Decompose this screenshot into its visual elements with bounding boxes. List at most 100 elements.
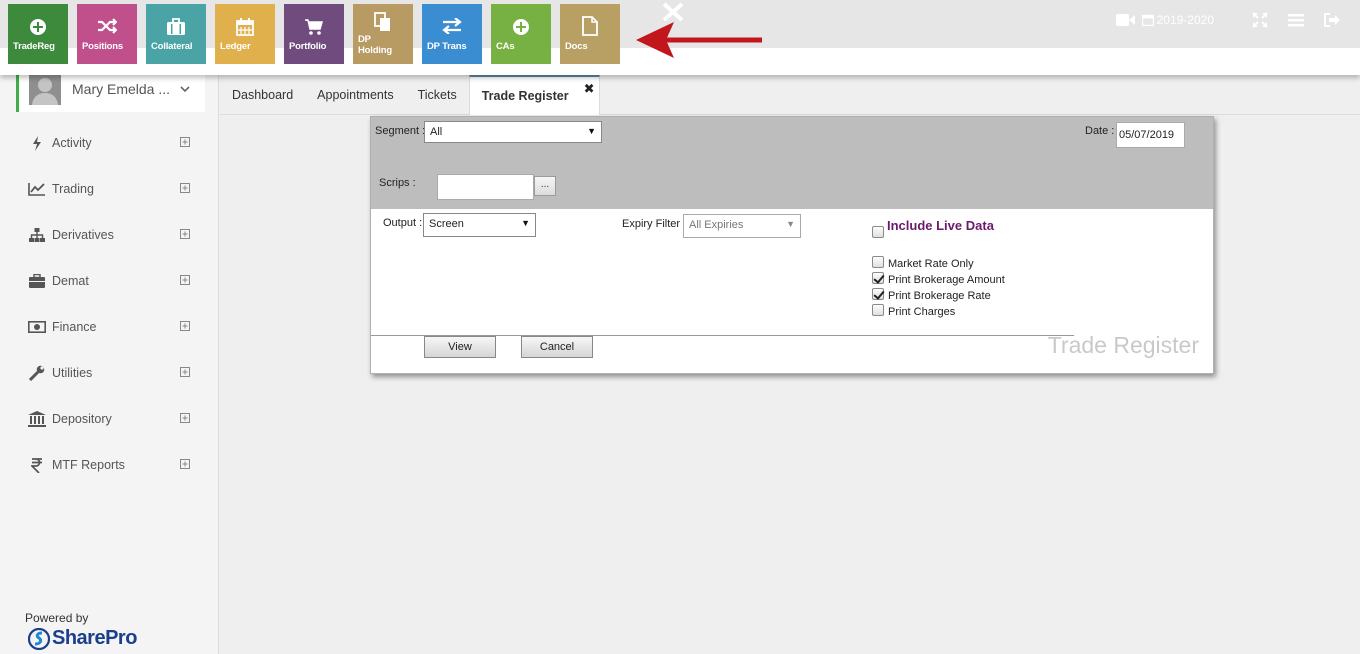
print-brokerage-rate-label: Print Brokerage Rate	[888, 290, 991, 302]
tradereg-tile[interactable]: TradeReg	[8, 4, 68, 64]
briefcase-icon	[167, 18, 185, 35]
annotation-arrow	[636, 22, 762, 58]
tab-dashboard[interactable]: Dashboard	[220, 75, 305, 114]
tile-label: DP Holding	[358, 34, 392, 56]
tab-appointments[interactable]: Appointments	[305, 75, 405, 114]
calendar-icon	[1141, 14, 1154, 26]
dropdown-arrow-icon: ▼	[521, 218, 530, 228]
output-select[interactable]: Screen ▼	[423, 213, 536, 237]
output-value: Screen	[429, 218, 464, 230]
print-brokerage-amount-checkbox[interactable]	[872, 272, 884, 284]
file-icon	[582, 16, 598, 36]
sharepro-logo-icon	[28, 627, 50, 650]
sidebar-item-label: Depository	[52, 412, 112, 426]
sidebar-item-label: Trading	[52, 182, 94, 196]
avatar	[29, 73, 61, 105]
expiry-filter-select[interactable]: All Expiries ▼	[683, 214, 801, 238]
transfer-arrows-icon	[442, 18, 462, 34]
tab-tickets[interactable]: Tickets	[406, 75, 469, 114]
segment-value: All	[430, 126, 443, 138]
sidebar-item-derivatives[interactable]: Derivatives	[0, 212, 219, 258]
sidebar: Mary Emelda ... Activity Trading Derivat…	[0, 48, 219, 654]
calendar-icon	[236, 18, 254, 36]
expand-plus-icon[interactable]	[180, 413, 190, 423]
cas-tile[interactable]: CAs	[491, 4, 551, 64]
tile-label: Docs	[565, 41, 588, 52]
fullscreen-icon[interactable]	[1252, 12, 1268, 28]
sidebar-menu: Activity Trading Derivatives Demat Finan…	[0, 120, 219, 488]
segment-select[interactable]: All ▼	[424, 121, 602, 143]
positions-tile[interactable]: Positions	[77, 4, 137, 64]
market-rate-only-checkbox[interactable]	[872, 256, 884, 268]
sidebar-item-label: Finance	[52, 320, 97, 334]
sidebar-item-label: Utilities	[52, 366, 93, 380]
dropdown-arrow-icon: ▼	[786, 219, 795, 229]
line-chart-icon	[28, 182, 46, 196]
expand-plus-icon[interactable]	[180, 367, 190, 377]
bolt-icon	[28, 135, 46, 151]
quick-access-toolbar: TradeReg Positions Collateral Ledger Por…	[8, 4, 629, 64]
sidebar-item-label: MTF Reports	[52, 458, 125, 472]
sitemap-icon	[28, 228, 46, 242]
sidebar-item-label: Derivatives	[52, 228, 114, 242]
tab-trade-register[interactable]: Trade Register ✖	[468, 75, 600, 115]
wrench-icon	[28, 365, 46, 381]
sidebar-item-label: Activity	[52, 136, 92, 150]
dp-holding-tile[interactable]: DP Holding	[353, 4, 413, 64]
expand-plus-icon[interactable]	[180, 229, 190, 239]
rupee-icon	[28, 457, 46, 473]
tile-label: Collateral	[151, 41, 193, 52]
tile-label: DP Trans	[427, 41, 467, 52]
sidebar-item-activity[interactable]: Activity	[0, 120, 219, 166]
scrips-input[interactable]	[437, 174, 534, 200]
bank-icon	[28, 411, 46, 427]
briefcase-icon	[28, 274, 46, 288]
include-live-data-checkbox[interactable]	[872, 226, 884, 238]
docs-tile[interactable]: Docs	[560, 4, 620, 64]
sidebar-item-trading[interactable]: Trading	[0, 166, 219, 212]
tab-bar: Dashboard Appointments Tickets Trade Reg…	[220, 75, 600, 115]
expand-plus-icon[interactable]	[180, 275, 190, 285]
scrips-browse-button[interactable]: ...	[534, 176, 556, 196]
expand-plus-icon[interactable]	[180, 137, 190, 147]
market-rate-only-label: Market Rate Only	[888, 258, 974, 270]
menu-icon[interactable]	[1288, 13, 1304, 27]
sidebar-item-finance[interactable]: Finance	[0, 304, 219, 350]
financial-year-value: 2019-2020	[1156, 13, 1214, 27]
expand-plus-icon[interactable]	[180, 321, 190, 331]
dropdown-arrow-icon: ▼	[587, 126, 596, 136]
brand-name: SharePro	[52, 627, 137, 649]
cart-icon	[305, 19, 323, 35]
top-right-controls: 2019-2020	[1115, 12, 1340, 28]
ledger-tile[interactable]: Ledger	[215, 4, 275, 64]
segment-label: Segment :	[375, 125, 426, 137]
close-toolbar-icon[interactable]	[660, 2, 686, 22]
view-button[interactable]: View	[424, 336, 496, 358]
tab-label: Trade Register	[481, 89, 569, 103]
expand-plus-icon[interactable]	[180, 183, 190, 193]
logout-icon[interactable]	[1324, 13, 1340, 27]
print-charges-label: Print Charges	[888, 306, 956, 318]
collateral-tile[interactable]: Collateral	[146, 4, 206, 64]
expiry-filter-label: Expiry Filter :	[622, 218, 687, 230]
dp-trans-tile[interactable]: DP Trans	[422, 4, 482, 64]
tile-label: TradeReg	[13, 41, 55, 52]
portfolio-tile[interactable]: Portfolio	[284, 4, 344, 64]
close-icon[interactable]: ✖	[584, 81, 595, 97]
expand-plus-icon[interactable]	[180, 459, 190, 469]
sidebar-item-mtf-reports[interactable]: MTF Reports	[0, 442, 219, 488]
sidebar-item-utilities[interactable]: Utilities	[0, 350, 219, 396]
cancel-button[interactable]: Cancel	[521, 336, 593, 358]
expiry-filter-value: All Expiries	[689, 219, 744, 231]
powered-by-text: Powered by	[25, 611, 89, 625]
sidebar-item-depository[interactable]: Depository	[0, 396, 219, 442]
date-input[interactable]: 05/07/2019	[1116, 122, 1185, 148]
print-charges-checkbox[interactable]	[872, 304, 884, 316]
video-icon[interactable]	[1115, 13, 1136, 27]
print-brokerage-rate-checkbox[interactable]	[872, 288, 884, 300]
tile-label: CAs	[496, 41, 515, 52]
sidebar-item-demat[interactable]: Demat	[0, 258, 219, 304]
output-label: Output :	[383, 217, 423, 229]
tile-label: Portfolio	[289, 41, 327, 52]
financial-year-selector[interactable]: 2019-2020	[1136, 13, 1214, 27]
